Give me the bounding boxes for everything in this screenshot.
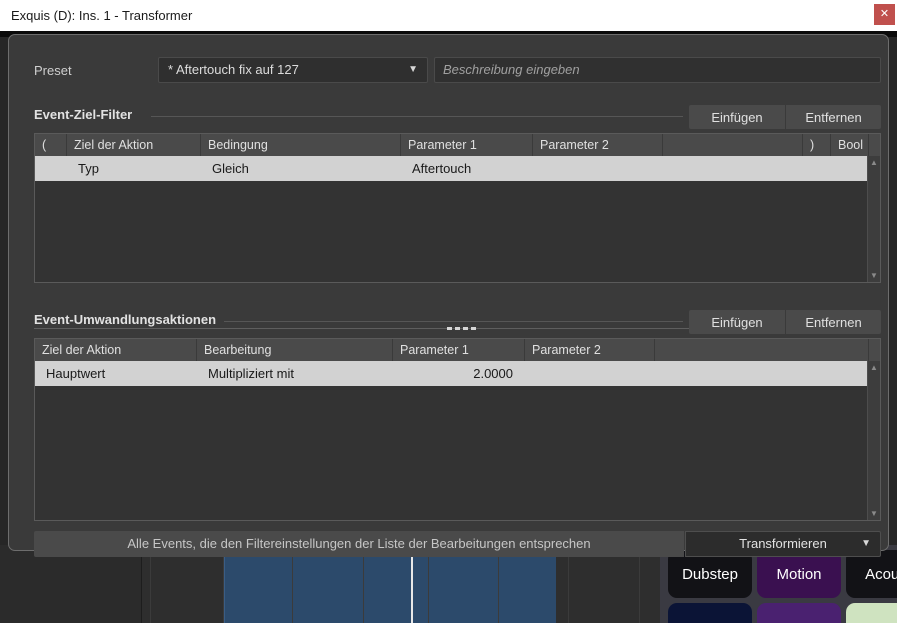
filter-section-rule — [151, 116, 683, 117]
preset-description-input[interactable]: Beschreibung eingeben — [434, 57, 881, 83]
chevron-down-icon: ▼ — [408, 58, 418, 82]
scroll-down-icon[interactable]: ▼ — [868, 507, 880, 520]
grip-dot — [463, 327, 468, 330]
footer-bar: Alle Events, die den Filtereinstellungen… — [34, 531, 881, 557]
filter-col-parameter-2[interactable]: Parameter 2 — [533, 134, 663, 156]
browser-tile[interactable]: Motion — [757, 550, 841, 598]
grip-dot — [455, 327, 460, 330]
action-table[interactable]: Ziel der Aktion Bearbeitung Parameter 1 … — [34, 338, 881, 521]
action-col-target[interactable]: Ziel der Aktion — [35, 339, 197, 361]
cell-blank — [655, 361, 869, 386]
filter-col-condition[interactable]: Bedingung — [201, 134, 401, 156]
filter-col-parameter-1[interactable]: Parameter 1 — [401, 134, 533, 156]
action-remove-button[interactable]: Entfernen — [786, 310, 881, 334]
preset-row: Preset * Aftertouch fix auf 127 ▼ Beschr… — [9, 57, 890, 85]
action-section-rule — [219, 321, 683, 322]
browser-tile[interactable]: Dubstep — [668, 550, 752, 598]
scroll-up-icon[interactable]: ▲ — [868, 361, 880, 374]
action-table-header: Ziel der Aktion Bearbeitung Parameter 1 … — [35, 339, 880, 361]
browser-tile[interactable] — [757, 603, 841, 623]
cell-blank — [663, 156, 803, 181]
action-table-scrollbar[interactable]: ▲ ▼ — [867, 361, 880, 520]
action-section-title: Event-Umwandlungsaktionen — [34, 312, 224, 327]
footer-description: Alle Events, die den Filtereinstellungen… — [34, 531, 684, 557]
action-col-parameter-2[interactable]: Parameter 2 — [525, 339, 655, 361]
cell-condition: Gleich — [201, 156, 401, 181]
grip-dot — [447, 327, 452, 330]
cell-open-paren — [35, 156, 67, 181]
preset-label: Preset — [34, 57, 72, 85]
cell-parameter-2 — [533, 156, 663, 181]
preset-select[interactable]: * Aftertouch fix auf 127 ▼ — [158, 57, 428, 83]
browser-tile[interactable] — [668, 603, 752, 623]
filter-col-close-paren[interactable]: ) — [803, 134, 831, 156]
browser-tile[interactable]: Acoust — [846, 550, 897, 598]
filter-remove-button[interactable]: Entfernen — [786, 105, 881, 129]
window-title: Exquis (D): Ins. 1 - Transformer — [11, 0, 192, 31]
preset-description-placeholder: Beschreibung eingeben — [443, 58, 580, 82]
browser-tile[interactable] — [846, 603, 897, 623]
filter-section-title: Event-Ziel-Filter — [34, 107, 140, 122]
cell-parameter-1: Aftertouch — [401, 156, 533, 181]
close-icon[interactable]: ✕ — [874, 4, 895, 25]
filter-col-open-paren[interactable]: ( — [35, 134, 67, 156]
chevron-down-icon: ▼ — [861, 532, 871, 556]
cell-bool — [831, 156, 869, 181]
table-row[interactable]: Typ Gleich Aftertouch — [35, 156, 880, 181]
grip-dot — [471, 327, 476, 330]
browser-tile-label: Acoust — [865, 566, 897, 583]
scroll-up-icon[interactable]: ▲ — [868, 156, 880, 169]
cell-close-paren — [803, 156, 831, 181]
action-col-blank[interactable] — [655, 339, 869, 361]
filter-table-header: ( Ziel der Aktion Bedingung Parameter 1 … — [35, 134, 880, 156]
transform-button[interactable]: Transformieren ▼ — [685, 531, 881, 557]
filter-col-blank[interactable] — [663, 134, 803, 156]
filter-table[interactable]: ( Ziel der Aktion Bedingung Parameter 1 … — [34, 133, 881, 283]
table-row[interactable]: Hauptwert Multipliziert mit 2.0000 — [35, 361, 880, 386]
cell-parameter-2 — [525, 361, 655, 386]
scroll-down-icon[interactable]: ▼ — [868, 269, 880, 282]
action-col-parameter-1[interactable]: Parameter 1 — [393, 339, 525, 361]
cell-parameter-1: 2.0000 — [393, 361, 525, 386]
transform-button-label: Transformieren — [686, 532, 880, 556]
action-insert-button[interactable]: Einfügen — [689, 310, 785, 334]
browser-tile-label: Motion — [776, 566, 821, 583]
cell-operation: Multipliziert mit — [197, 361, 393, 386]
filter-col-target[interactable]: Ziel der Aktion — [67, 134, 201, 156]
filter-table-scrollbar[interactable]: ▲ ▼ — [867, 156, 880, 282]
action-col-operation[interactable]: Bearbeitung — [197, 339, 393, 361]
cell-target: Hauptwert — [35, 361, 197, 386]
splitter-grip[interactable] — [447, 327, 477, 330]
browser-tile-label: Dubstep — [682, 566, 738, 583]
window-title-bar[interactable]: Exquis (D): Ins. 1 - Transformer ✕ — [0, 0, 897, 32]
transformer-dialog: Preset * Aftertouch fix auf 127 ▼ Beschr… — [8, 34, 889, 551]
filter-col-bool[interactable]: Bool — [831, 134, 869, 156]
filter-insert-button[interactable]: Einfügen — [689, 105, 785, 129]
preset-select-value: * Aftertouch fix auf 127 — [168, 58, 299, 82]
cell-target: Typ — [67, 156, 201, 181]
